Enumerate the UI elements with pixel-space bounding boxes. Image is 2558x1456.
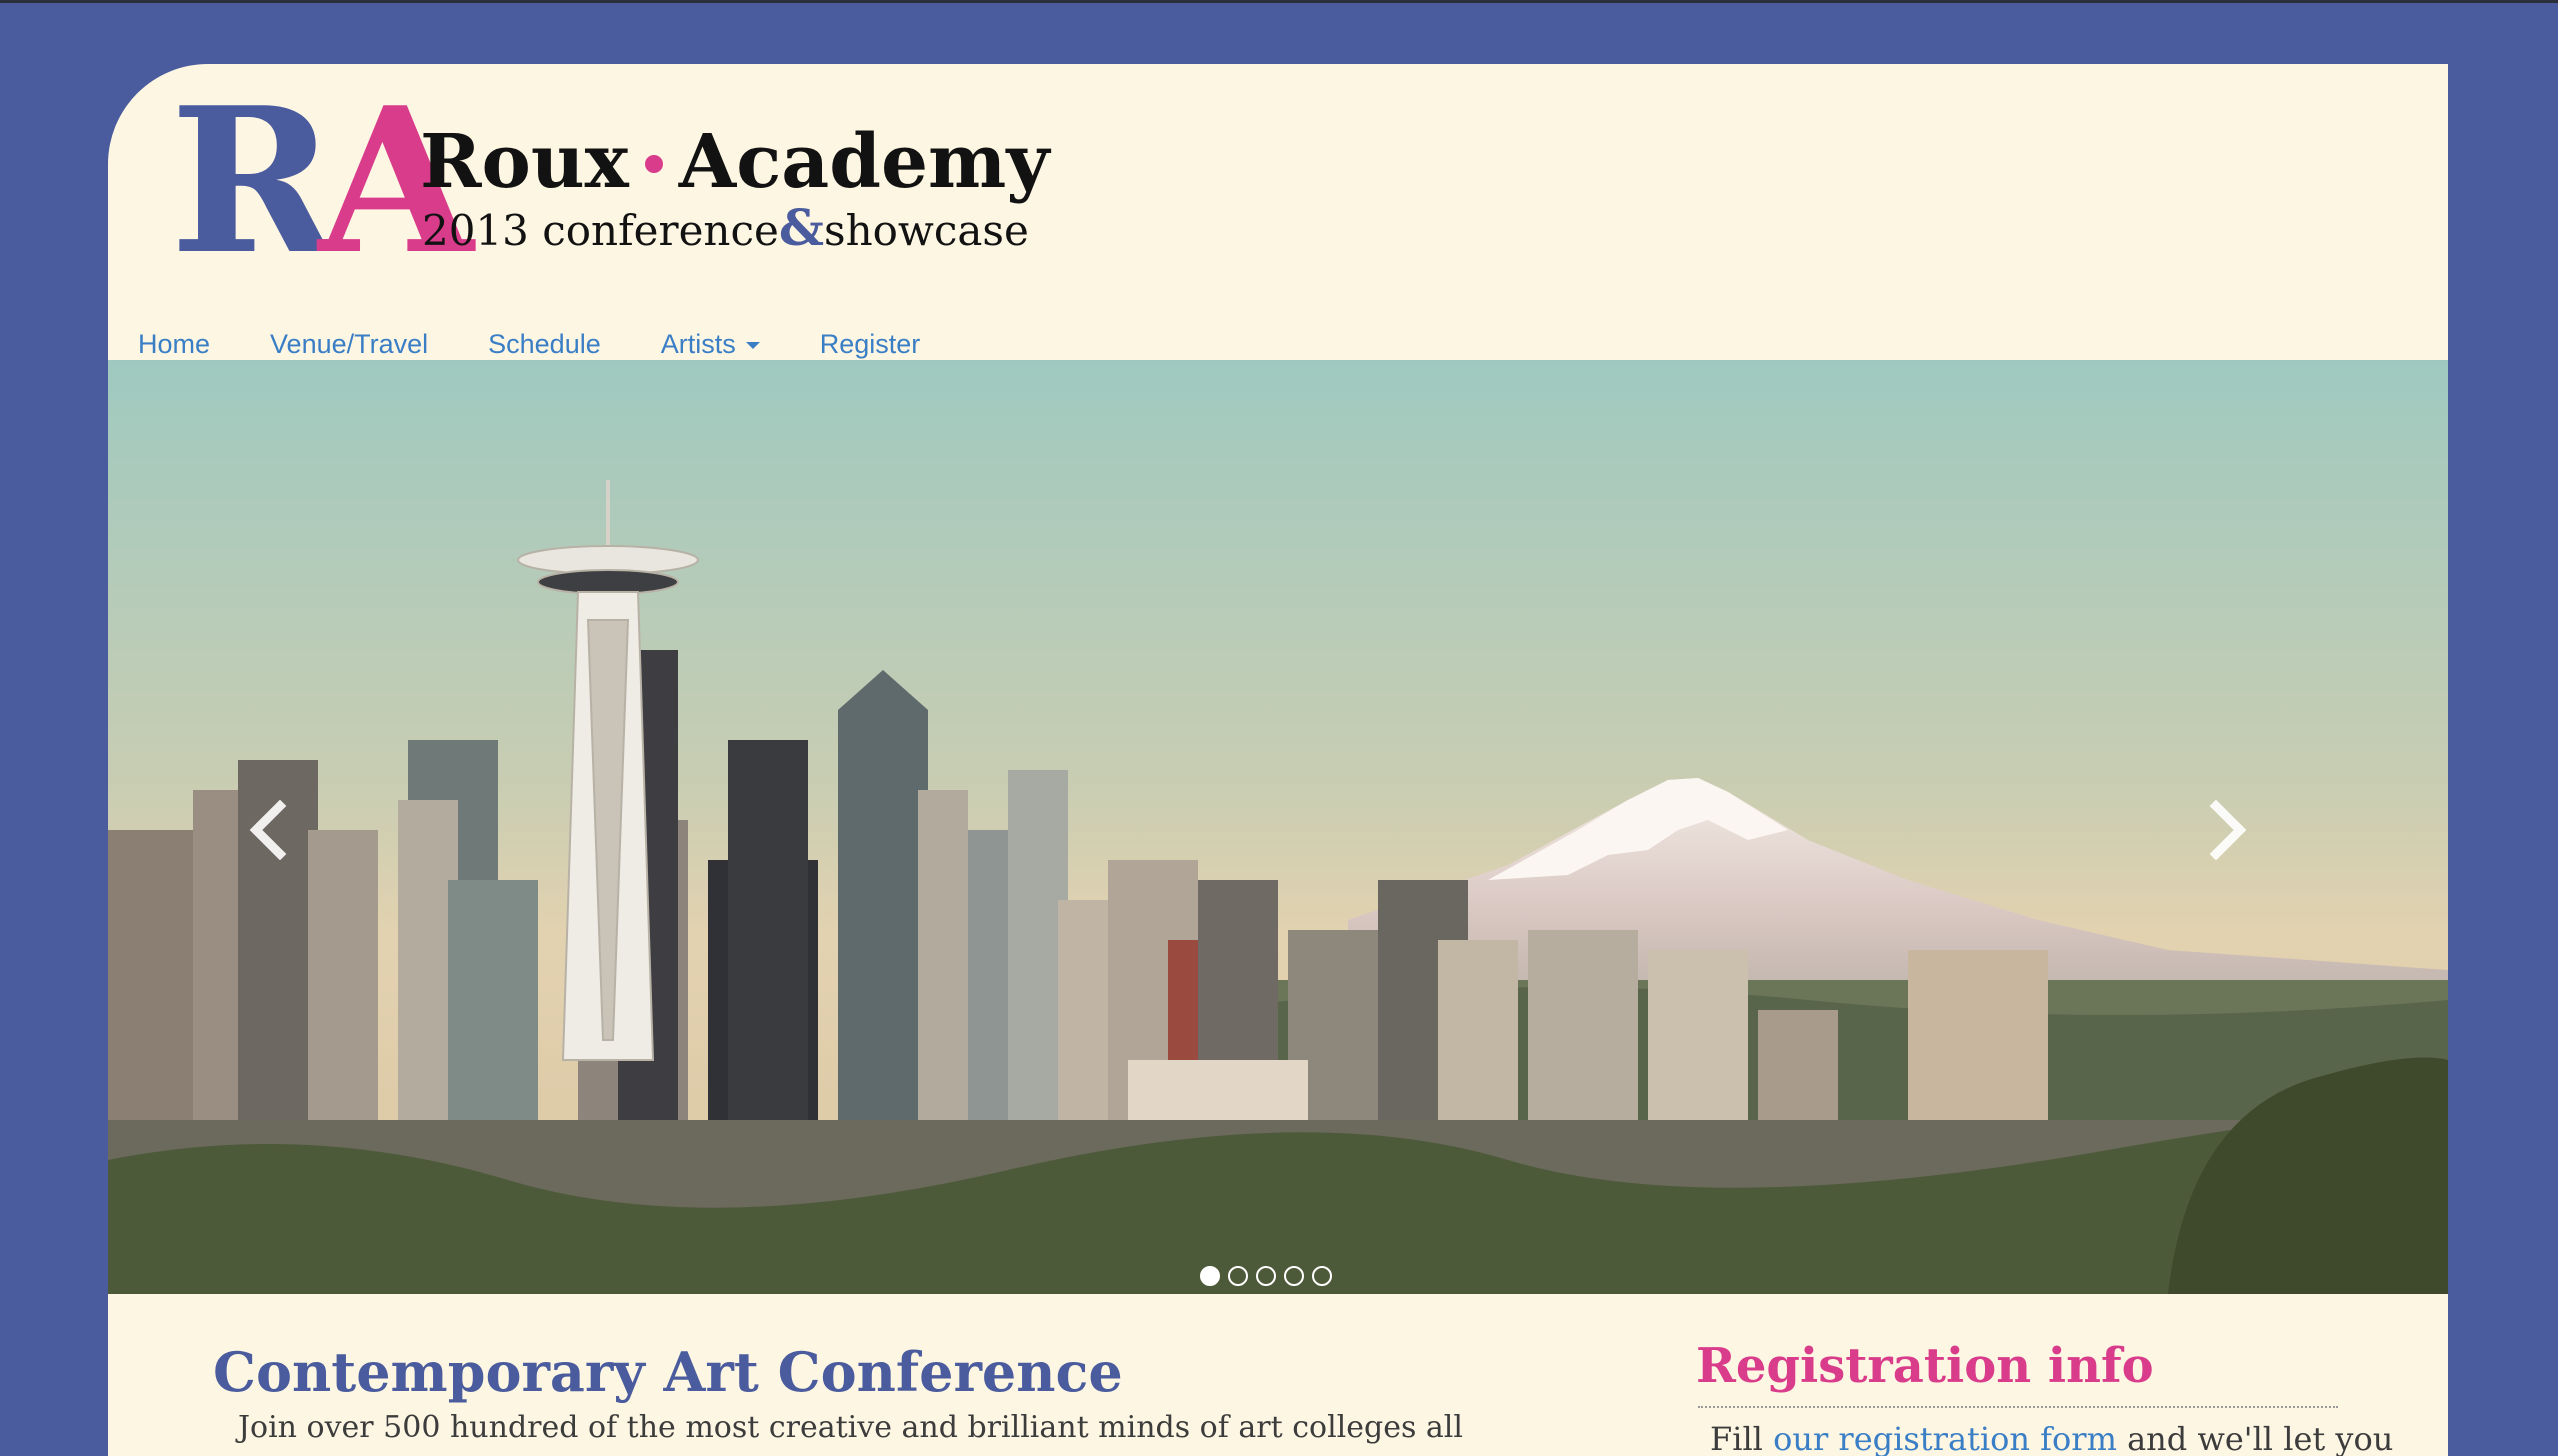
carousel-indicator-dot[interactable] [1228, 1266, 1248, 1286]
carousel-indicator-dot[interactable] [1284, 1266, 1304, 1286]
main-title: Contemporary Art Conference [213, 1340, 1123, 1404]
registration-info-text: Fill our registration form and we'll let… [1710, 1420, 2393, 1456]
carousel-indicator-dot[interactable] [1312, 1266, 1332, 1286]
logo-sub-left: 2013 conference [422, 206, 779, 255]
registration-divider [1698, 1406, 2338, 1408]
site-header: RA Roux Academy 2013 conference&showcase … [108, 64, 2448, 360]
nav-item-artists-label: Artists [660, 329, 736, 359]
registration-text-before: Fill [1710, 1420, 1774, 1456]
site-logo[interactable]: RA Roux Academy 2013 conference&showcase [170, 82, 1110, 282]
registration-form-link[interactable]: our registration form [1773, 1420, 2117, 1456]
logo-name-left: Roux [420, 119, 629, 205]
content-area: Contemporary Art Conference Join over 50… [108, 1294, 2448, 1456]
main-intro-text: Join over 500 hundred of the most creati… [238, 1410, 1463, 1445]
chevron-right-icon [2209, 800, 2247, 860]
chevron-left-icon [249, 800, 287, 860]
registration-info-title: Registration info [1696, 1338, 2154, 1394]
caret-down-icon [745, 342, 760, 350]
carousel-indicators [1200, 1266, 1332, 1286]
logo-letter-r: R [170, 64, 336, 299]
registration-text-after: and we'll let you [2116, 1420, 2394, 1456]
logo-dot-icon [644, 154, 663, 173]
logo-monogram: RA [170, 82, 473, 282]
logo-ampersand: & [778, 198, 825, 257]
carousel-image-seattle-skyline [108, 360, 2448, 1294]
carousel-indicator-dot[interactable] [1200, 1266, 1220, 1286]
window-top-border [0, 0, 2558, 3]
logo-name: Roux Academy [420, 120, 1049, 204]
logo-sub-right: showcase [824, 206, 1029, 255]
carousel-indicator-dot[interactable] [1256, 1266, 1276, 1286]
logo-name-right: Academy [678, 119, 1050, 205]
hero-carousel [108, 360, 2448, 1294]
page-container: RA Roux Academy 2013 conference&showcase … [108, 64, 2448, 1456]
carousel-prev-button[interactable] [248, 800, 328, 880]
logo-subtitle: 2013 conference&showcase [422, 200, 1029, 259]
carousel-next-button[interactable] [2208, 800, 2288, 880]
